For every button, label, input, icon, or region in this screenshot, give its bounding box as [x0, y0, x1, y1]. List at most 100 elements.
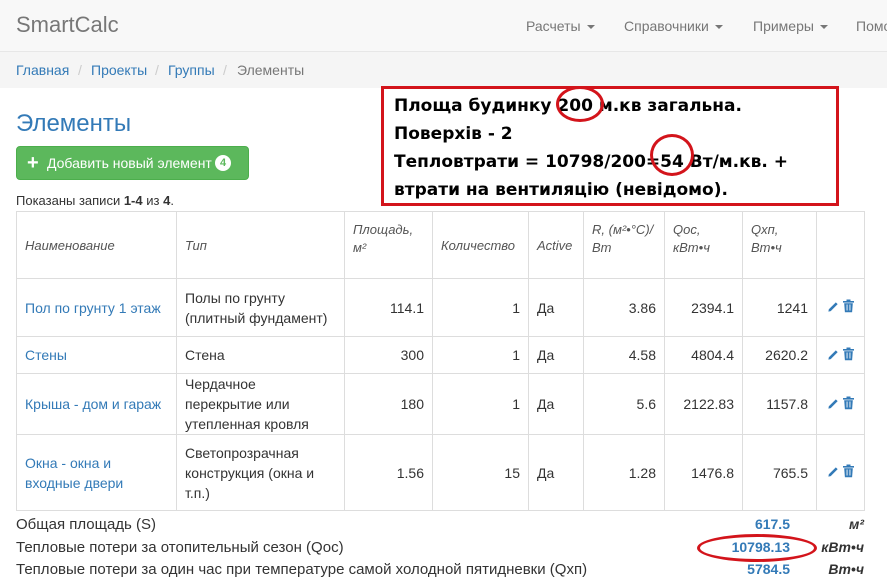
breadcrumb-groups[interactable]: Группы [168, 62, 215, 78]
element-area: 300 [344, 336, 433, 374]
column-header-quantity[interactable]: Количество [432, 211, 529, 279]
hourly-loss-label: Тепловые потери за один час при температ… [16, 561, 588, 578]
annotation-line: втрати на вентиляцію (невідомо). [394, 180, 728, 200]
total-area-label: Общая площадь (S) [16, 516, 157, 533]
element-active: Да [528, 336, 584, 374]
add-element-button[interactable]: + Добавить новый элемент 4 [16, 146, 249, 180]
column-header-actions [816, 211, 865, 279]
pencil-icon[interactable] [827, 463, 840, 483]
element-name-link[interactable]: Пол по грунту 1 этаж [16, 278, 177, 337]
seasonal-loss-label: Тепловые потери за отопительный сезон (Q… [16, 539, 344, 556]
trash-icon[interactable] [842, 395, 855, 415]
element-area: 114.1 [344, 278, 433, 337]
trash-icon[interactable] [842, 346, 855, 366]
annotation-circle-total [697, 534, 817, 562]
pencil-icon[interactable] [827, 395, 840, 415]
annotation-circle-200 [556, 86, 604, 122]
summary-prefix: Показаны записи [16, 193, 124, 208]
element-r: 1.28 [583, 434, 665, 511]
element-r: 3.86 [583, 278, 665, 337]
nav-menu-label: Справочники [624, 18, 709, 34]
elements-table: Наименование Тип Площадь, м² Количество … [16, 211, 865, 511]
column-header-r[interactable]: R, (м²•°С)/ Вт [583, 211, 665, 279]
column-header-active[interactable]: Active [528, 211, 584, 279]
summary-range: 1-4 [123, 193, 143, 208]
table-row: Крыша - дом и гараж Чердачное перекрытие … [16, 373, 865, 435]
element-r: 5.6 [583, 373, 665, 435]
column-header-name[interactable]: Наименование [16, 211, 177, 279]
table-row: Окна - окна и входные двери Светопрозрачн… [16, 434, 865, 511]
element-qos: 2122.83 [664, 373, 743, 435]
column-header-qhp[interactable]: Qхп, Вт•ч [742, 211, 817, 279]
element-qhp: 1241 [742, 278, 817, 337]
count-badge: 4 [215, 155, 231, 171]
annotation-circle-54 [650, 134, 694, 176]
element-qos: 4804.4 [664, 336, 743, 374]
element-quantity: 1 [432, 336, 529, 374]
total-area-unit: м² [848, 516, 864, 532]
row-actions [816, 434, 865, 511]
brand-logo[interactable]: SmartCalc [16, 12, 119, 38]
element-active: Да [528, 278, 584, 337]
element-area: 180 [344, 373, 433, 435]
element-type: Светопрозрачная конструкция (окна и т.п.… [176, 434, 345, 511]
breadcrumb-separator: / [155, 62, 159, 78]
nav-menu-calculations[interactable]: Расчеты [526, 18, 595, 34]
page-title: Элементы [16, 110, 132, 137]
caret-down-icon [586, 25, 595, 30]
element-qos: 2394.1 [664, 278, 743, 337]
column-header-type[interactable]: Тип [176, 211, 345, 279]
trash-icon[interactable] [842, 298, 855, 318]
annotation-line: Площа будинку 200 м.кв загальна. [394, 96, 742, 116]
element-name-link[interactable]: Крыша - дом и гараж [16, 373, 177, 435]
summary-middle: из [142, 193, 164, 208]
breadcrumb-projects[interactable]: Проекты [91, 62, 147, 78]
element-name-link[interactable]: Окна - окна и входные двери [16, 434, 177, 511]
hourly-loss-unit: Вт•ч [828, 561, 864, 577]
element-area: 1.56 [344, 434, 433, 511]
element-name-link[interactable]: Стены [16, 336, 177, 374]
element-quantity: 15 [432, 434, 529, 511]
caret-down-icon [819, 25, 828, 30]
trash-icon[interactable] [842, 463, 855, 483]
table-header-row: Наименование Тип Площадь, м² Количество … [16, 211, 865, 279]
element-active: Да [528, 373, 584, 435]
total-area-value: 617.5 [754, 516, 790, 532]
element-qhp: 2620.2 [742, 336, 817, 374]
nav-menu-references[interactable]: Справочники [624, 18, 723, 34]
breadcrumb: Главная / Проекты / Группы / Элементы [0, 52, 887, 88]
element-qhp: 1157.8 [742, 373, 817, 435]
pencil-icon[interactable] [827, 346, 840, 366]
element-type: Стена [176, 336, 345, 374]
caret-down-icon [714, 25, 723, 30]
annotation-line: Тепловтрати = 10798/200=54 Вт/м.кв. + [394, 152, 789, 172]
breadcrumb-separator: / [223, 62, 227, 78]
column-header-area[interactable]: Площадь, м² [344, 211, 433, 279]
breadcrumb-current: Элементы [237, 62, 305, 78]
element-active: Да [528, 434, 584, 511]
table-row: Стены Стена 300 1 Да 4.58 4804.4 2620.2 [16, 336, 865, 374]
nav-menu-help[interactable]: Помо [856, 18, 887, 34]
element-qhp: 765.5 [742, 434, 817, 511]
records-summary: Показаны записи 1-4 из 4. [16, 193, 174, 208]
element-qos: 1476.8 [664, 434, 743, 511]
breadcrumb-separator: / [78, 62, 82, 78]
element-quantity: 1 [432, 373, 529, 435]
row-actions [816, 373, 865, 435]
breadcrumb-home[interactable]: Главная [16, 62, 69, 78]
nav-menu-label: Помо [856, 18, 887, 34]
row-actions [816, 278, 865, 337]
add-element-label: Добавить новый элемент [47, 155, 212, 171]
summary-suffix: . [170, 193, 174, 208]
element-quantity: 1 [432, 278, 529, 337]
element-type: Полы по грунту (плитный фундамент) [176, 278, 345, 337]
hourly-loss-value: 5784.5 [747, 561, 790, 577]
column-header-qos[interactable]: Qос, кВт•ч [664, 211, 743, 279]
pencil-icon[interactable] [827, 298, 840, 318]
plus-icon: + [27, 152, 39, 174]
element-r: 4.58 [583, 336, 665, 374]
annotation-box: Площа будинку 200 м.кв загальна. Поверхі… [381, 86, 839, 206]
table-row: Пол по грунту 1 этаж Полы по грунту (плит… [16, 278, 865, 337]
nav-menu-label: Расчеты [526, 18, 581, 34]
nav-menu-examples[interactable]: Примеры [753, 18, 828, 34]
